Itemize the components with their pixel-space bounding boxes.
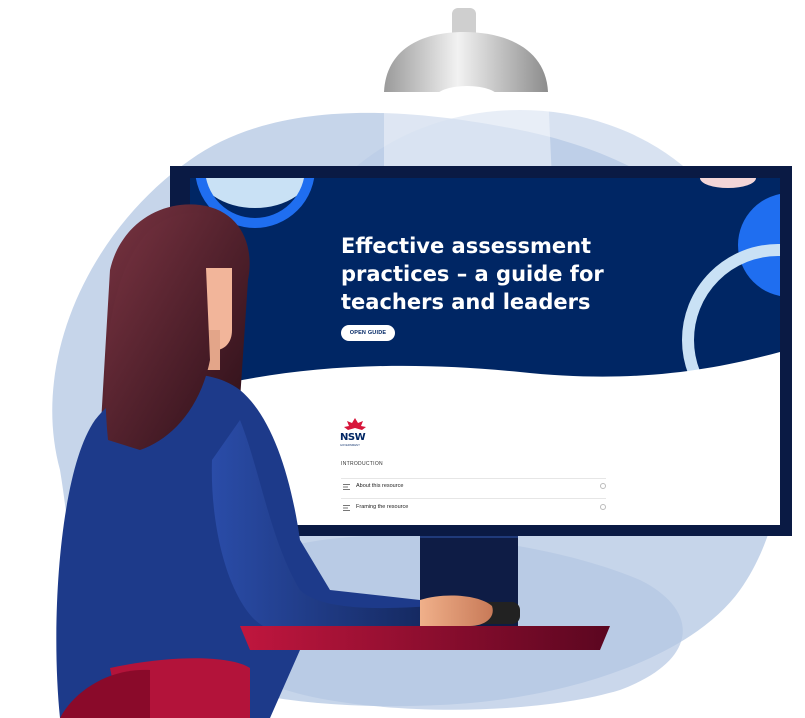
radio-icon[interactable]	[600, 504, 606, 510]
nsw-logo-text: NSW	[340, 432, 366, 443]
divider	[341, 478, 606, 479]
section-label: INTRODUCTION	[341, 461, 383, 467]
lesson-label: About this resource	[356, 483, 404, 489]
screen-content: Effective assessment practices – a guide…	[190, 178, 780, 525]
lesson-item[interactable]: Framing the resource	[341, 501, 606, 515]
list-icon	[343, 505, 350, 511]
lesson-label: Framing the resource	[356, 504, 409, 510]
lesson-item[interactable]: About this resource	[341, 480, 606, 494]
lamp-icon	[384, 8, 552, 180]
title-line: Effective assessment	[341, 234, 592, 258]
list-icon	[343, 484, 350, 490]
radio-icon[interactable]	[600, 483, 606, 489]
title-line: practices – a guide for	[341, 262, 604, 286]
desk	[240, 626, 610, 650]
title-line: teachers and leaders	[341, 290, 591, 314]
guide-title: Effective assessment practices – a guide…	[341, 232, 641, 316]
open-guide-button[interactable]: OPEN GUIDE	[341, 325, 395, 341]
nsw-logo-subtext: GOVERNMENT	[340, 444, 360, 447]
divider	[341, 498, 606, 499]
